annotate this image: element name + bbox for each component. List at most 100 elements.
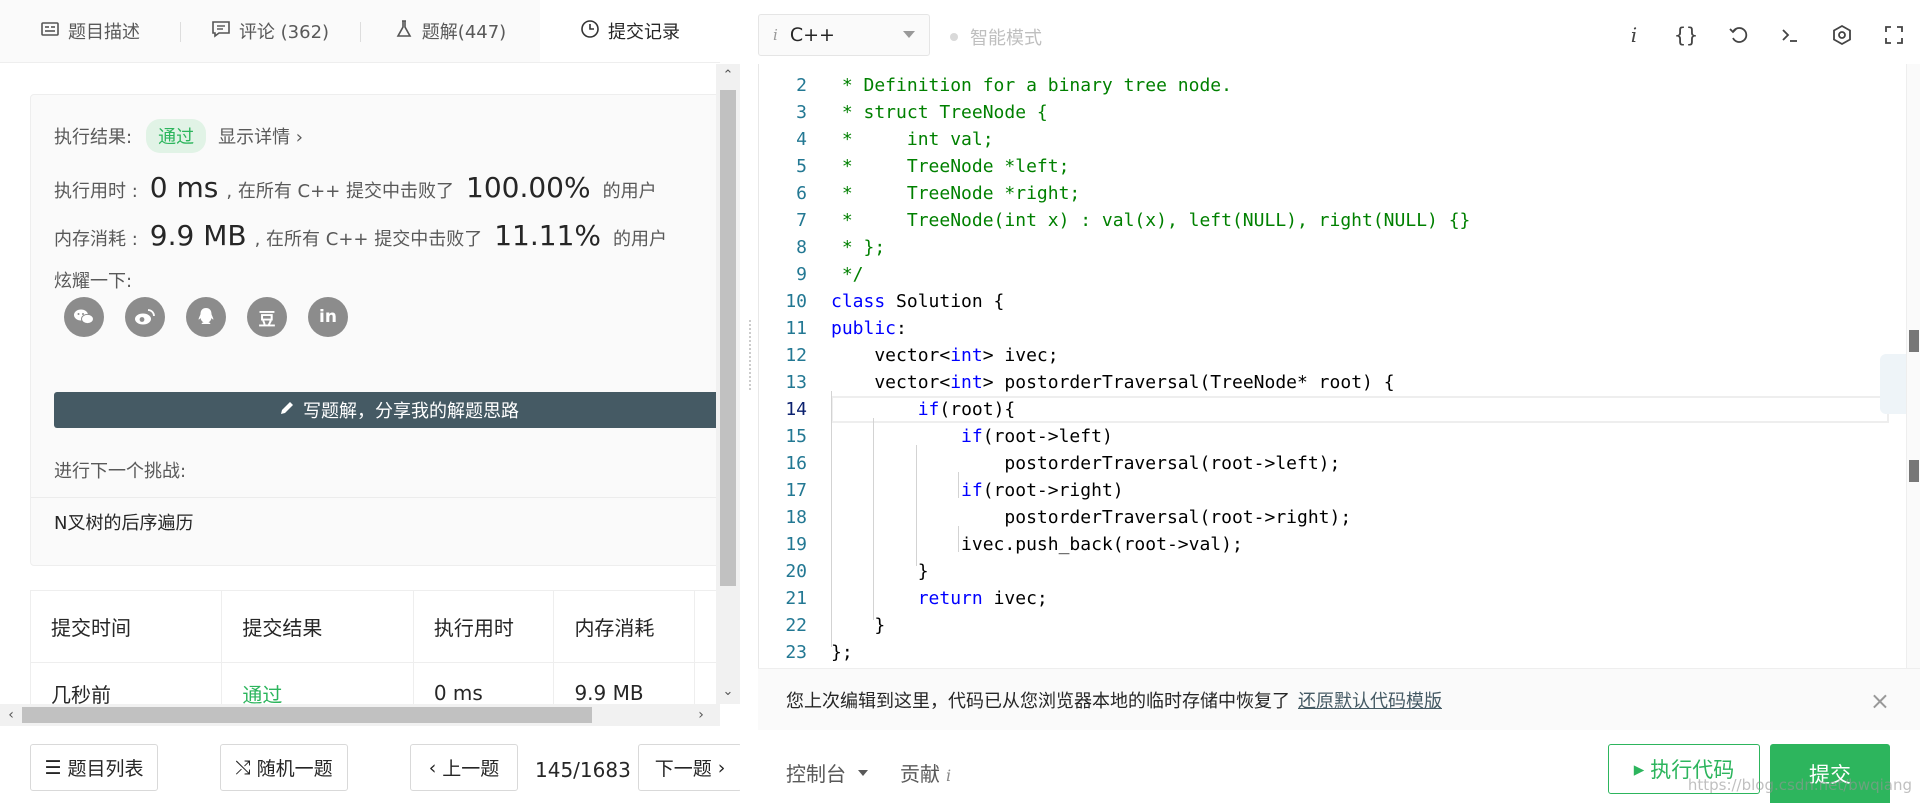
line-code[interactable]: vector<int> ivec;	[831, 342, 1058, 369]
code-line[interactable]: 17 if(root->right)	[759, 477, 1899, 504]
code-line[interactable]: 13 vector<int> postorderTraversal(TreeNo…	[759, 369, 1899, 396]
douban-icon[interactable]: 豆	[247, 297, 287, 337]
code-line[interactable]: 15 if(root->left)	[759, 423, 1899, 450]
linkedin-icon[interactable]: in	[308, 297, 348, 337]
reset-icon[interactable]	[1712, 20, 1764, 50]
tab-description[interactable]: 题目描述	[0, 0, 180, 62]
code-line[interactable]: 5 * TreeNode *left;	[759, 153, 1899, 180]
code-line[interactable]: 3 * struct TreeNode {	[759, 99, 1899, 126]
next-challenge-link[interactable]: N叉树的后序遍历	[54, 509, 193, 535]
close-icon[interactable]: ×	[1870, 687, 1890, 715]
scroll-down-icon[interactable]: ⌄	[719, 682, 737, 700]
scroll-left-icon[interactable]: ‹	[2, 706, 20, 724]
code-line[interactable]: 6 * TreeNode *right;	[759, 180, 1899, 207]
info-icon: i	[773, 26, 778, 44]
line-code[interactable]: */	[831, 261, 864, 288]
toolbar-icons: i {}	[1608, 20, 1920, 50]
wechat-icon[interactable]	[64, 297, 104, 337]
tab-submissions[interactable]: 提交记录	[540, 0, 720, 62]
contribute-link[interactable]: 贡献 i	[900, 758, 951, 787]
line-code[interactable]: * struct TreeNode {	[831, 99, 1048, 126]
line-code[interactable]: * TreeNode(int x) : val(x), left(NULL), …	[831, 207, 1471, 234]
random-problem-button[interactable]: ⤭ 随机一题	[220, 744, 348, 791]
tab-solutions[interactable]: 题解(447)	[360, 0, 540, 62]
panel-resizer[interactable]	[740, 0, 758, 803]
col-memory: 内存消耗	[554, 591, 696, 662]
line-code[interactable]: class Solution {	[831, 288, 1004, 315]
code-line[interactable]: 8 * };	[759, 234, 1899, 261]
cell-result[interactable]: 通过	[222, 663, 414, 704]
code-line[interactable]: 11 public:	[759, 315, 1899, 342]
line-code[interactable]: };	[831, 639, 853, 666]
line-code[interactable]: if(root->right)	[831, 477, 1124, 504]
line-number: 14	[785, 399, 807, 420]
braces-icon[interactable]: {}	[1660, 20, 1712, 50]
caret-down-icon	[903, 31, 915, 38]
fullscreen-icon[interactable]	[1868, 20, 1920, 50]
code-line[interactable]: 2 * Definition for a binary tree node.	[759, 72, 1899, 99]
runtime-suffix: 的用户	[602, 181, 657, 202]
line-number: 15	[785, 426, 807, 447]
line-code[interactable]: * };	[831, 234, 885, 261]
memory-value: 9.9 MB	[149, 219, 247, 252]
settings-icon[interactable]	[1816, 20, 1868, 50]
scroll-up-icon[interactable]: ⌃	[719, 66, 737, 84]
line-code[interactable]: postorderTraversal(root->left);	[831, 450, 1340, 477]
action-bar: 控制台 贡献 i ▸ 执行代码 提交 https://blog.csdn.net/…	[758, 740, 1920, 803]
line-code[interactable]: * TreeNode *right;	[831, 180, 1080, 207]
prev-problem-button[interactable]: ‹ 上一题	[410, 744, 518, 791]
smart-mode-toggle[interactable]: 智能模式	[950, 24, 1042, 50]
next-problem-button[interactable]: 下一题 ›	[638, 744, 742, 791]
code-line[interactable]: 20 }	[759, 558, 1899, 585]
code-line[interactable]: 22 }	[759, 612, 1899, 639]
show-detail-link[interactable]: 显示详情 ›	[218, 123, 303, 149]
line-code[interactable]: return ivec;	[831, 585, 1048, 612]
write-solution-button[interactable]: 写题解，分享我的解题思路	[54, 392, 720, 428]
code-line[interactable]: 7 * TreeNode(int x) : val(x), left(NULL)…	[759, 207, 1899, 234]
line-code[interactable]: }	[831, 612, 885, 639]
info-icon[interactable]: i	[1608, 20, 1660, 50]
language-value: C++	[789, 24, 835, 46]
code-line[interactable]: 21 return ivec;	[759, 585, 1899, 612]
qq-icon[interactable]	[186, 297, 226, 337]
line-code[interactable]: * Definition for a binary tree node.	[831, 72, 1232, 99]
editor-scrollbar[interactable]	[1906, 64, 1920, 668]
code-line[interactable]: 14 if(root){	[759, 396, 1899, 423]
resize-handle-icon[interactable]	[749, 320, 751, 390]
code-lines[interactable]: 2 * Definition for a binary tree node. 3 …	[759, 72, 1899, 666]
line-code[interactable]: * int val;	[831, 126, 994, 153]
next-problem-label: 下一题	[654, 758, 712, 780]
line-code[interactable]: vector<int> postorderTraversal(TreeNode*…	[831, 369, 1394, 396]
left-vertical-scrollbar[interactable]: ⌃ ⌄	[716, 64, 740, 704]
table-row[interactable]: 几秒前 通过 0 ms 9.9 MB	[31, 663, 720, 704]
code-line[interactable]: 23};	[759, 639, 1899, 666]
problem-list-button[interactable]: ☰ 题目列表	[30, 744, 158, 791]
tab-comments[interactable]: 评论 (362)	[180, 0, 360, 62]
code-line[interactable]: 18 postorderTraversal(root->right);	[759, 504, 1899, 531]
language-select[interactable]: i C++	[758, 14, 930, 56]
left-vertical-thumb[interactable]	[720, 90, 736, 586]
console-toggle[interactable]: 控制台	[786, 758, 868, 787]
left-horizontal-thumb[interactable]	[22, 707, 592, 723]
line-code[interactable]: ivec.push_back(root->val);	[831, 531, 1243, 558]
left-horizontal-scrollbar[interactable]: ‹ ›	[0, 704, 720, 726]
line-code[interactable]: if(root){	[831, 396, 1016, 423]
code-line[interactable]: 19 ivec.push_back(root->val);	[759, 531, 1899, 558]
restore-default-link[interactable]: 还原默认代码模版	[1298, 687, 1442, 713]
scroll-right-icon[interactable]: ›	[692, 706, 710, 724]
line-code[interactable]: }	[831, 558, 929, 585]
line-code[interactable]: * TreeNode *left;	[831, 153, 1070, 180]
code-line[interactable]: 16 postorderTraversal(root->left);	[759, 450, 1899, 477]
code-line[interactable]: 10 class Solution {	[759, 288, 1899, 315]
code-line[interactable]: 12 vector<int> ivec;	[759, 342, 1899, 369]
weibo-icon[interactable]	[125, 297, 165, 337]
indent-guide	[873, 418, 874, 620]
code-line[interactable]: 9 */	[759, 261, 1899, 288]
line-number: 5	[796, 156, 807, 177]
submit-button[interactable]: 提交	[1770, 744, 1890, 803]
code-line[interactable]: 4 * int val;	[759, 126, 1899, 153]
terminal-icon[interactable]	[1764, 20, 1816, 50]
line-code[interactable]: postorderTraversal(root->right);	[831, 504, 1351, 531]
line-code[interactable]: public:	[831, 315, 907, 342]
code-editor[interactable]: 2 * Definition for a binary tree node. 3 …	[758, 64, 1920, 668]
